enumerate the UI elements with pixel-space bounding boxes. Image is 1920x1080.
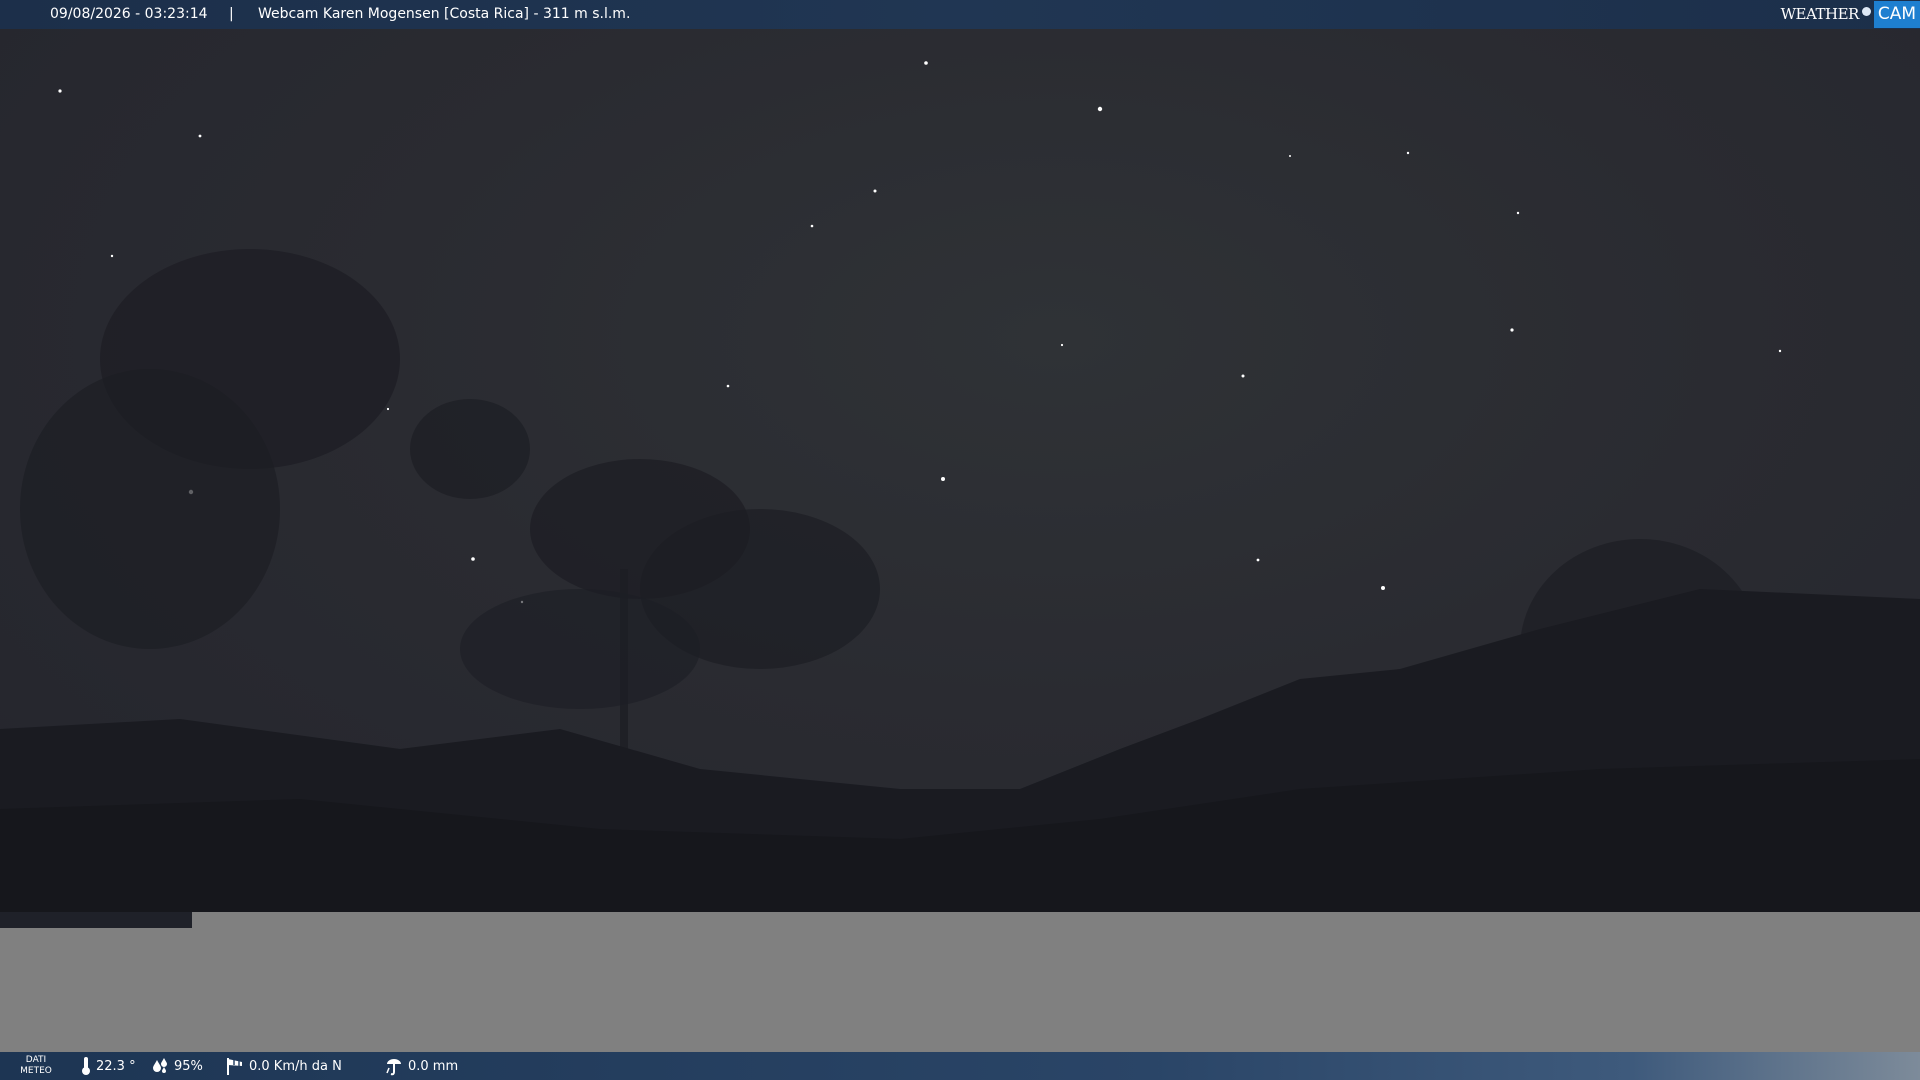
rain-gauge-icon (386, 1059, 401, 1076)
humidity-value: 95% (174, 1058, 203, 1074)
night-sky-scene (0, 61, 1920, 912)
webcam-image (0, 29, 1920, 912)
weather-data-label: DATI METEO (16, 1055, 56, 1077)
star (1256, 558, 1260, 562)
weathercam-logo: WEATHER CAM (1781, 0, 1920, 29)
star (1289, 155, 1291, 157)
wind-reading: 0.0 Km/h da N (225, 1052, 342, 1080)
logo-cam-text: CAM (1873, 1, 1920, 28)
rain-reading: 0.0 mm (384, 1052, 458, 1080)
star (1406, 151, 1410, 155)
weather-data-label-line1: DATI (25, 1055, 47, 1065)
star (1778, 349, 1782, 353)
weather-data-label-line2: METEO (20, 1066, 52, 1076)
logo-weather-text: WEATHER (1780, 5, 1860, 23)
left-tree-canopy-lower (20, 369, 280, 649)
star (1241, 374, 1245, 378)
weather-data-bar: DATI METEO 22.3 ° 95% 0.0 Km/h da N 0.0 … (0, 1052, 1920, 1080)
blank-region-left (0, 928, 192, 1052)
star (110, 254, 114, 258)
star (1060, 343, 1064, 347)
webcam-title: Webcam Karen Mogensen [Costa Rica] - 311… (258, 6, 631, 22)
webcam-frame: 09/08/2026 - 03:23:14 | Webcam Karen Mog… (0, 0, 1920, 1080)
humidity-drops-icon (153, 1058, 167, 1073)
star (1097, 106, 1103, 112)
star (1510, 328, 1514, 332)
branch-cluster (410, 399, 530, 499)
humidity-reading: 95% (152, 1052, 203, 1080)
wind-value: 0.0 Km/h da N (249, 1058, 342, 1074)
wind-sock-icon (227, 1058, 242, 1075)
star (386, 407, 390, 411)
rain-value: 0.0 mm (408, 1058, 459, 1074)
temperature-value: 22.3 ° (96, 1058, 136, 1074)
star (810, 224, 814, 228)
header-separator: | (229, 6, 234, 22)
thermometer-icon (82, 1057, 90, 1075)
temperature-reading: 22.3 ° (80, 1052, 136, 1080)
star (1381, 586, 1385, 590)
star (924, 61, 928, 65)
star (58, 89, 62, 93)
blank-region (192, 912, 1920, 1052)
timestamp: 09/08/2026 - 03:23:14 (50, 6, 208, 22)
top-info-bar: 09/08/2026 - 03:23:14 | Webcam Karen Mog… (0, 0, 1920, 29)
star (1516, 211, 1520, 215)
logo-globe-icon (1861, 7, 1871, 16)
star (726, 384, 730, 388)
star (471, 557, 475, 561)
star (873, 189, 877, 193)
star (941, 477, 945, 481)
center-tree-canopy-low (460, 589, 700, 709)
star (198, 134, 202, 138)
